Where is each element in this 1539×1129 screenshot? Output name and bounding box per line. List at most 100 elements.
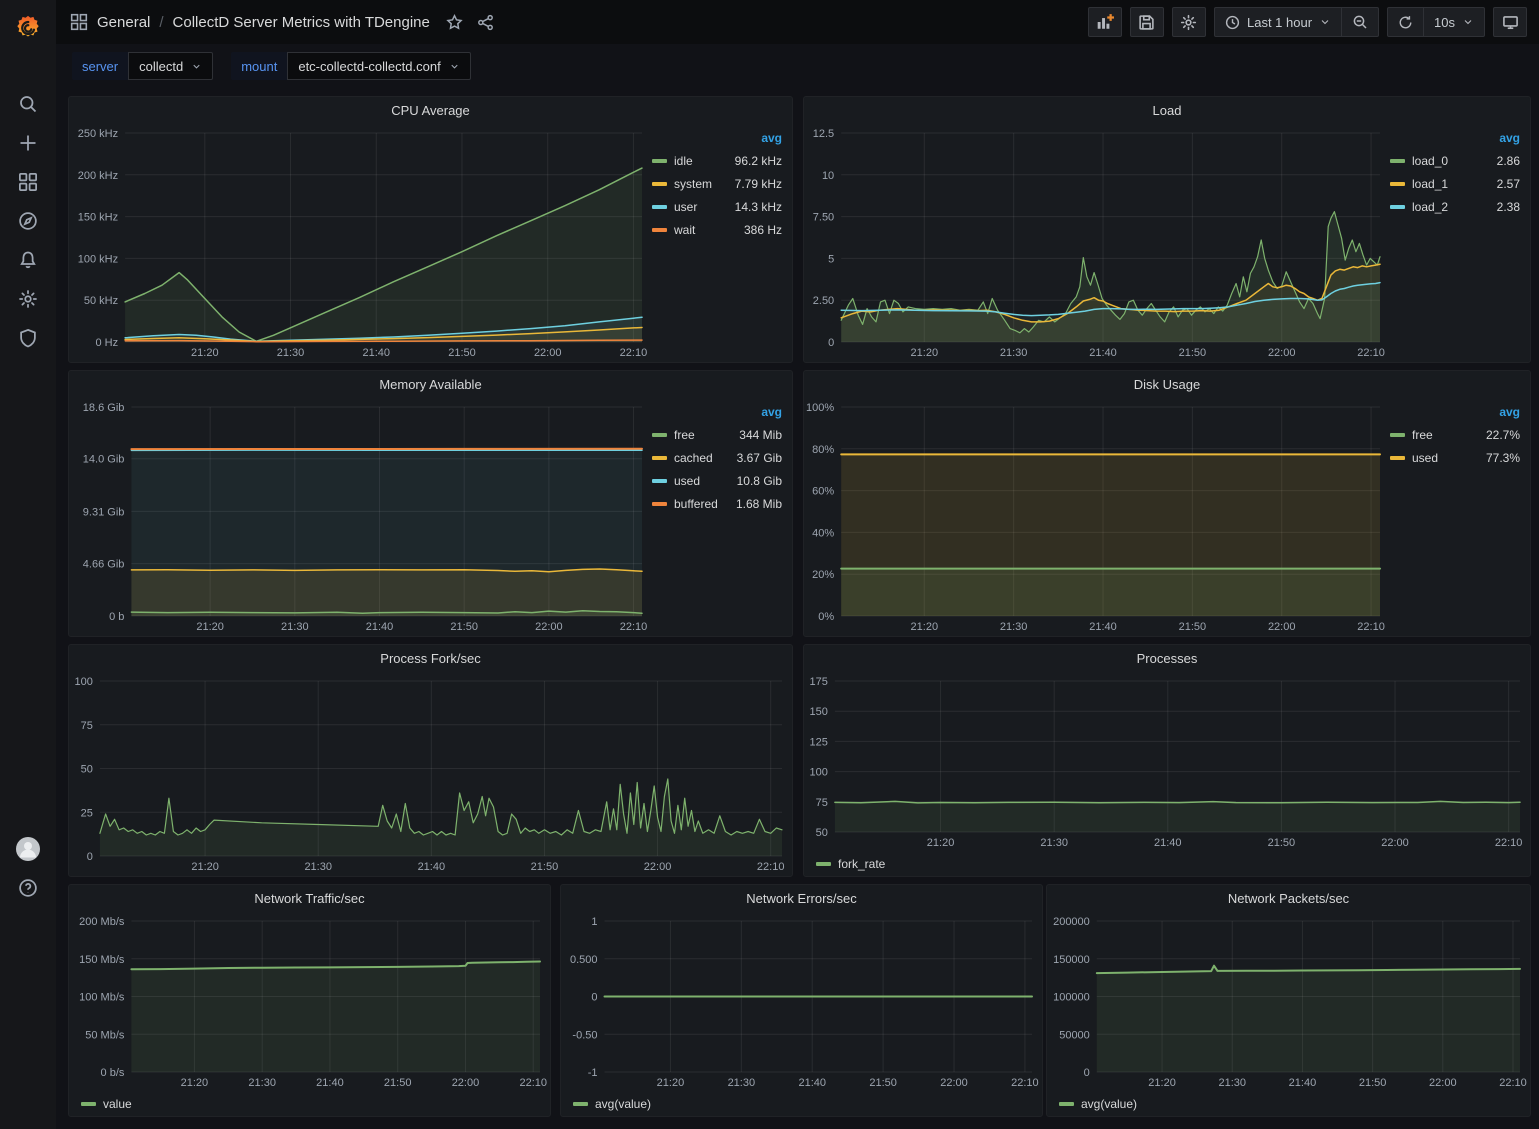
series-color-swatch [816,862,831,866]
chart-canvas-load[interactable]: 21:2021:3021:4021:5022:0022:1002.5057.50… [804,123,1390,362]
legend-series-label[interactable]: free [1412,428,1433,442]
chart-plot-area[interactable]: 21:2021:3021:4021:5022:0022:1002.5057.50… [804,123,1390,362]
chart-canvas-network-errors[interactable]: 21:2021:3021:4021:5022:0022:10-1-0.5000.… [561,911,1042,1092]
legend-series-label[interactable]: idle [674,154,693,168]
panel-content: 21:2021:3021:4021:5022:0022:100255075100 [69,671,792,876]
svg-text:21:20: 21:20 [196,621,224,633]
chart-canvas-process-fork[interactable]: 21:2021:3021:4021:5022:0022:100255075100 [69,671,792,876]
svg-text:21:20: 21:20 [191,861,219,873]
chart-plot-area[interactable]: 21:2021:3021:4021:5022:0022:100255075100 [69,671,792,876]
sidebar-item-dashboards[interactable] [0,162,56,201]
sidebar-item-server-admin[interactable] [0,318,56,357]
svg-text:22:00: 22:00 [1268,347,1296,359]
chart-plot-area[interactable]: 21:2021:3021:4021:5022:0022:100 b4.66 Gi… [69,397,652,636]
sidebar-item-alerting[interactable] [0,240,56,279]
dashboard-settings-button[interactable] [1172,7,1206,37]
legend-series-avg-value: 77.3% [1486,451,1520,465]
svg-text:0: 0 [591,992,597,1004]
svg-text:22:10: 22:10 [519,1077,547,1089]
svg-text:22:10: 22:10 [1499,1077,1527,1089]
legend-series-label[interactable]: user [674,200,697,214]
legend-series-label[interactable]: system [674,177,712,191]
panel-title[interactable]: Process Fork/sec [380,651,480,666]
breadcrumb-folder[interactable]: General [97,14,150,31]
svg-text:0: 0 [1084,1067,1090,1079]
panel-title[interactable]: CPU Average [391,103,470,118]
sidebar-item-search[interactable] [0,84,56,123]
panel-title[interactable]: Network Packets/sec [1228,891,1349,906]
legend-series-label[interactable]: avg(value) [595,1097,651,1111]
panel-content: 21:2021:3021:4021:5022:0022:100 b/s50 Mb… [69,911,550,1092]
variable-server-value[interactable]: collectd [128,52,213,80]
time-picker-group: Last 1 hour [1214,7,1379,37]
zoom-out-button[interactable] [1341,8,1378,36]
star-button[interactable] [446,14,463,31]
legend-series-avg-value: 10.8 Gib [737,474,782,488]
legend-item: load_22.38 [1390,195,1520,218]
legend-series-label[interactable]: used [674,474,700,488]
legend-series-label[interactable]: load_1 [1412,177,1448,191]
panel-title[interactable]: Network Traffic/sec [254,891,364,906]
legend-series-label[interactable]: value [103,1097,132,1111]
svg-text:0: 0 [87,851,93,863]
svg-text:22:10: 22:10 [1357,621,1385,633]
legend-series-label[interactable]: cached [674,451,713,465]
refresh-interval-button[interactable]: 10s [1423,8,1484,36]
legend-series-avg-value: 2.57 [1497,177,1520,191]
svg-text:22:10: 22:10 [1011,1077,1039,1089]
legend-series-avg-value: 344 Mib [739,428,782,442]
svg-text:10: 10 [822,170,834,182]
grafana-logo[interactable] [0,0,56,56]
chart-canvas-processes[interactable]: 21:2021:3021:4021:5022:0022:105075100125… [804,671,1530,852]
add-panel-button[interactable] [1088,7,1122,37]
chart-canvas-disk-usage[interactable]: 21:2021:3021:4021:5022:0022:100%20%40%60… [804,397,1390,636]
sidebar-item-configuration[interactable] [0,279,56,318]
sidebar-item-create[interactable] [0,123,56,162]
svg-text:21:40: 21:40 [1289,1077,1317,1089]
sidebar-item-profile[interactable] [0,829,56,868]
svg-text:22:00: 22:00 [1429,1077,1457,1089]
share-button[interactable] [477,14,494,31]
chart-plot-area[interactable]: 21:2021:3021:4021:5022:0022:100 b/s50 Mb… [69,911,550,1092]
svg-text:21:30: 21:30 [1040,837,1068,849]
refresh-interval-label: 10s [1434,15,1455,30]
chart-plot-area[interactable]: 21:2021:3021:4021:5022:0022:100 Hz50 kHz… [69,123,652,362]
legend-series-label[interactable]: wait [674,223,695,237]
panel-title[interactable]: Network Errors/sec [746,891,857,906]
save-dashboard-button[interactable] [1130,7,1164,37]
chart-canvas-memory-available[interactable]: 21:2021:3021:4021:5022:0022:100 b4.66 Gi… [69,397,652,636]
svg-text:22:10: 22:10 [1357,347,1385,359]
series-color-swatch [652,433,667,437]
svg-text:200 Mb/s: 200 Mb/s [79,916,125,928]
zoom-out-icon [1352,14,1368,30]
chevron-down-icon [1319,16,1331,28]
chart-plot-area[interactable]: 21:2021:3021:4021:5022:0022:100%20%40%60… [804,397,1390,636]
chart-canvas-cpu-average[interactable]: 21:2021:3021:4021:5022:0022:100 Hz50 kHz… [69,123,652,362]
refresh-button[interactable] [1388,8,1423,36]
chart-plot-area[interactable]: 21:2021:3021:4021:5022:0022:100500001000… [1047,911,1530,1092]
panel-title[interactable]: Disk Usage [1134,377,1200,392]
variable-mount-value[interactable]: etc-collectd-collectd.conf [287,52,470,80]
time-range-button[interactable]: Last 1 hour [1215,8,1341,36]
chart-canvas-network-packets[interactable]: 21:2021:3021:4021:5022:0022:100500001000… [1047,911,1530,1092]
legend-series-label[interactable]: used [1412,451,1438,465]
legend-item: idle96.2 kHz [652,149,782,172]
legend-series-label[interactable]: load_2 [1412,200,1448,214]
svg-text:21:50: 21:50 [448,347,476,359]
legend-series-label[interactable]: buffered [674,497,718,511]
chart-plot-area[interactable]: 21:2021:3021:4021:5022:0022:105075100125… [804,671,1530,852]
tv-mode-button[interactable] [1493,7,1527,37]
svg-text:25: 25 [81,807,93,819]
svg-text:100 kHz: 100 kHz [78,253,118,265]
panel-title[interactable]: Load [1153,103,1182,118]
panel-title[interactable]: Processes [1137,651,1198,666]
chart-plot-area[interactable]: 21:2021:3021:4021:5022:0022:10-1-0.5000.… [561,911,1042,1092]
legend-series-label[interactable]: avg(value) [1081,1097,1137,1111]
legend-series-label[interactable]: free [674,428,695,442]
panel-title[interactable]: Memory Available [379,377,481,392]
chart-canvas-network-traffic[interactable]: 21:2021:3021:4021:5022:0022:100 b/s50 Mb… [69,911,550,1092]
sidebar-item-explore[interactable] [0,201,56,240]
legend-series-label[interactable]: load_0 [1412,154,1448,168]
legend-series-label[interactable]: fork_rate [838,857,885,871]
sidebar-item-help[interactable] [0,868,56,907]
